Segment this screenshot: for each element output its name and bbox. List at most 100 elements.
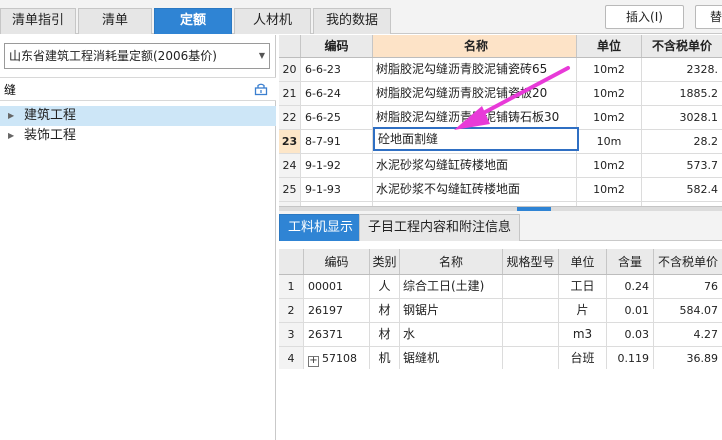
price-cell: 573.7 [686,159,719,172]
table-row[interactable]: 24 9-1-92 水泥砂浆勾缝缸砖楼地面 10m2 573.7 [279,154,722,178]
header-row-number [279,249,304,274]
insert-button[interactable]: 插入(I) [605,5,684,29]
tab-work-content-notes[interactable]: 子目工程内容和附注信息 [359,214,521,241]
name-cell: 水泥砂浆勾缝缸砖楼地面 [373,154,577,177]
name-cell: 钢锯片 [400,299,503,322]
tab-my-data[interactable]: 我的数据 [313,8,391,34]
row-number: 20 [279,58,301,81]
category-cell: 机 [370,347,400,369]
header-unit[interactable]: 单位 [577,35,642,57]
left-panel: 山东省建筑工程消耗量定额(2006基价) ▼ ▶ 建筑工程 ▶ 装饰工程 [0,35,276,440]
name-cell: 水 [400,323,503,346]
name-cell: 树脂胶泥勾缝沥青胶泥铺瓷砖65 [373,58,577,81]
tree-item-decoration[interactable]: ▶ 装饰工程 [0,126,276,146]
category-cell: 材 [370,299,400,322]
tab-resource-display[interactable]: 工料机显示 [279,214,363,241]
unit-cell: 10m2 [577,154,642,177]
header-price[interactable]: 不含税单价 [642,35,722,57]
tree-item-building[interactable]: ▶ 建筑工程 [0,106,276,126]
code-cell: 9-1-92 [301,154,373,177]
search-filter-icon[interactable] [254,82,268,96]
caret-right-icon[interactable]: ▶ [8,106,14,126]
price-cell: 76 [704,280,718,293]
quota-library-value: 山东省建筑工程消耗量定额(2006基价) [9,49,217,63]
table-row[interactable]: 3 26371 材 水 m3 0.03 4.27 [279,323,722,347]
header-name[interactable]: 名称 [400,249,503,274]
top-tab-bar: 清单指引 清单 定额 人材机 我的数据 插入(I) 替 [0,0,722,34]
row-number: 2 [279,299,304,322]
spec-cell [503,299,559,322]
expand-plus-icon[interactable]: + [308,356,319,367]
category-cell: 人 [370,275,400,298]
table-row[interactable]: 4 +57108 机 锯缝机 台班 0.119 36.89 [279,347,722,369]
header-quantity[interactable]: 含量 [607,249,654,274]
price-cell: 582.4 [686,183,719,196]
row-number: 21 [279,82,301,105]
code-cell: 6-6-23 [301,58,373,81]
table-row[interactable]: 21 6-6-24 树脂胶泥勾缝沥青胶泥铺瓷板20 10m2 1885.2 [279,82,722,106]
name-cell-editor[interactable]: 砼地面割缝 [373,127,579,151]
row-number: 4 [279,347,304,369]
table-header: 编码 类别 名称 规格型号 单位 含量 不含税单价 [279,249,722,275]
code-cell: 9-1-93 [301,178,373,201]
header-spec[interactable]: 规格型号 [503,249,559,274]
header-price[interactable]: 不含税单价 [654,249,722,274]
category-cell: 材 [370,323,400,346]
quota-library-select[interactable]: 山东省建筑工程消耗量定额(2006基价) ▼ [4,43,270,69]
search-box [0,77,276,101]
spec-cell [503,347,559,369]
name-cell: 锯缝机 [400,347,503,369]
search-input[interactable] [4,81,234,98]
tab-labor-material-machine[interactable]: 人材机 [234,8,311,34]
price-cell: 36.89 [686,352,719,365]
code-cell: 6-6-24 [301,82,373,105]
name-cell: 综合工日(土建) [400,275,503,298]
caret-right-icon[interactable]: ▶ [8,126,14,146]
price-cell: 4.27 [693,328,719,341]
unit-cell: 片 [559,299,607,322]
header-code[interactable]: 编码 [304,249,370,274]
resource-table: 编码 类别 名称 规格型号 单位 含量 不含税单价 1 00001 人 综合工日… [279,249,722,369]
unit-cell: 10m2 [577,178,642,201]
price-cell: 1885.2 [679,87,719,100]
row-number: 3 [279,323,304,346]
code-cell: 00001 [304,275,370,298]
header-category[interactable]: 类别 [370,249,400,274]
unit-cell: 10m2 [577,82,642,105]
tree-item-label: 装饰工程 [24,128,77,143]
quota-table: 编码 名称 单位 不含税单价 20 6-6-23 树脂胶泥勾缝沥青胶泥铺瓷砖65… [279,35,722,206]
header-unit[interactable]: 单位 [559,249,607,274]
table-row[interactable]: 20 6-6-23 树脂胶泥勾缝沥青胶泥铺瓷砖65 10m2 2328. [279,58,722,82]
name-cell: 树脂胶泥勾缝沥青胶泥铺瓷板20 [373,82,577,105]
price-cell: 584.07 [679,304,719,317]
row-number: 25 [279,178,301,201]
quantity-cell: 0.24 [607,275,654,298]
price-cell: 2328. [686,63,719,76]
chevron-down-icon: ▼ [258,51,265,60]
table-header: 编码 名称 单位 不含税单价 [279,35,722,58]
tab-quota[interactable]: 定额 [154,8,232,34]
spec-cell [503,323,559,346]
name-cell: 树脂胶泥勾缝沥青胶泥铺铸石板30 [373,106,577,129]
quantity-cell: 0.01 [607,299,654,322]
table-row[interactable]: 2 26197 材 钢锯片 片 0.01 584.07 [279,299,722,323]
tab-bill[interactable]: 清单 [78,8,152,34]
spec-cell [503,275,559,298]
unit-cell: 台班 [559,347,607,369]
row-number: 22 [279,106,301,129]
code-cell: 26197 [304,299,370,322]
tab-bill-guide[interactable]: 清单指引 [0,8,76,34]
row-number: 24 [279,154,301,177]
header-name[interactable]: 名称 [373,35,577,57]
header-code[interactable]: 编码 [301,35,373,57]
table-row[interactable]: 1 00001 人 综合工日(土建) 工日 0.24 76 [279,275,722,299]
code-value: 57108 [322,352,357,365]
unit-cell: 10m [577,130,642,153]
quantity-cell: 0.03 [607,323,654,346]
price-cell: 3028.1 [679,111,719,124]
replace-button[interactable]: 替 [695,5,722,29]
sub-tab-bar: 工料机显示 子目工程内容和附注信息 [279,211,722,241]
unit-cell: m3 [559,323,607,346]
code-cell: 26371 [304,323,370,346]
table-row[interactable]: 25 9-1-93 水泥砂浆不勾缝缸砖楼地面 10m2 582.4 [279,178,722,202]
